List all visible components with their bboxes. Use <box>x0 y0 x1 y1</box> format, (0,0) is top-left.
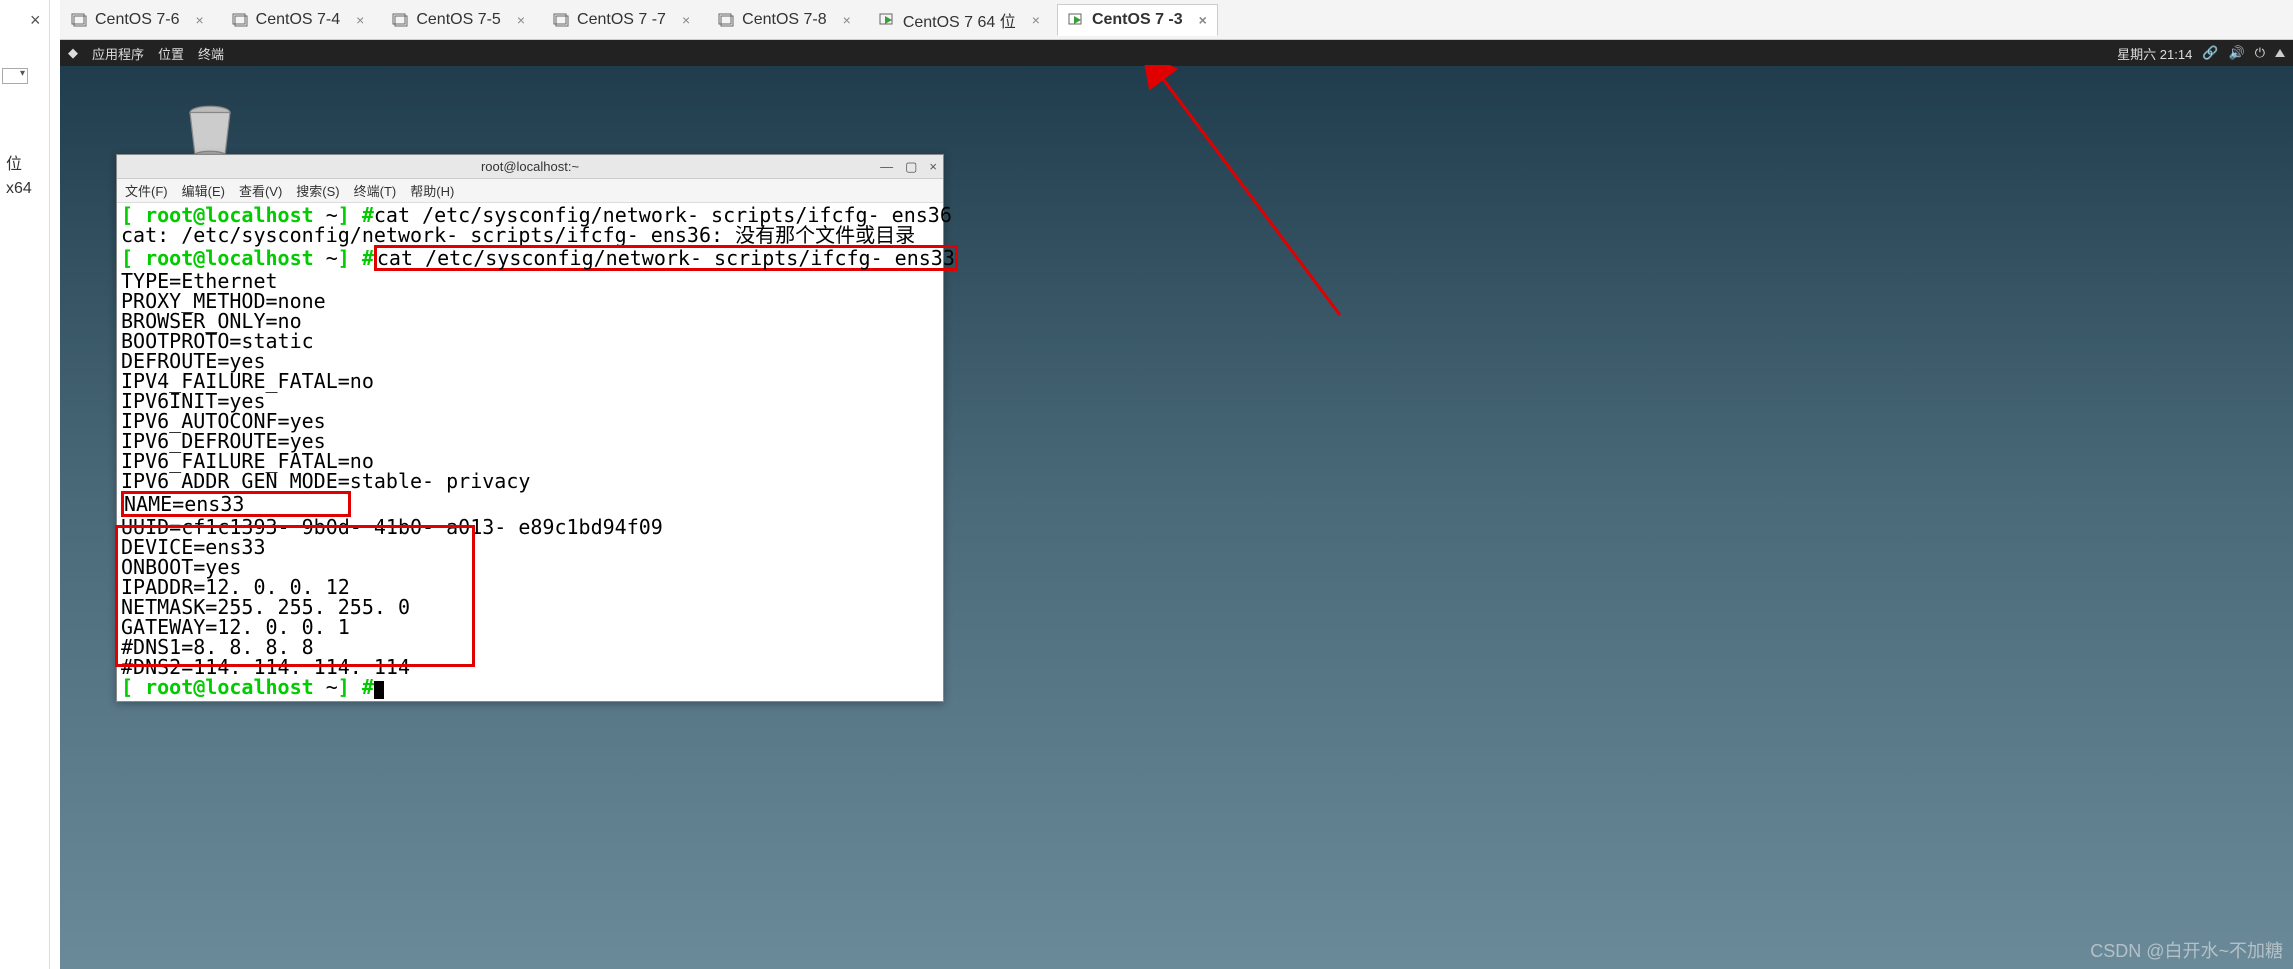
close-icon[interactable]: × <box>30 10 41 31</box>
vm-tab-label: CentOS 7-6 <box>95 11 179 29</box>
power-icon[interactable]: ⏻ <box>2255 45 2265 61</box>
vm-icon <box>232 12 248 28</box>
volume-icon[interactable]: 🔊 <box>2229 45 2245 61</box>
gnome-top-bar: ◆ 应用程序 位置 终端 星期六 21:14 🔗 🔊 ⏻ <box>60 40 2293 66</box>
tab-close-icon[interactable]: × <box>682 12 690 28</box>
cursor <box>374 681 384 699</box>
vm-tab[interactable]: CentOS 7 64 位 × <box>868 4 1051 36</box>
tab-close-icon[interactable]: × <box>1199 12 1207 28</box>
vm-tab[interactable]: CentOS 7-8 × <box>707 4 862 36</box>
vm-running-icon <box>1068 12 1084 28</box>
terminal-body[interactable]: [ root@localhost ~] #cat /etc/sysconfig/… <box>117 203 943 701</box>
chevron-down-icon[interactable] <box>2275 49 2285 57</box>
close-button[interactable]: × <box>929 159 937 175</box>
terminal-titlebar[interactable]: root@localhost:~ — ▢ × <box>117 155 943 179</box>
menu-view[interactable]: 查看(V) <box>239 181 282 200</box>
watermark: CSDN @白开水~不加糖 <box>2090 937 2283 963</box>
clock: 星期六 21:14 <box>2117 44 2192 63</box>
menu-file[interactable]: 文件(F) <box>125 181 168 200</box>
vm-tab-label: CentOS 7-8 <box>742 11 826 29</box>
tab-close-icon[interactable]: × <box>195 12 203 28</box>
tab-close-icon[interactable]: × <box>1032 12 1040 28</box>
vm-icon <box>392 12 408 28</box>
terminal-title: root@localhost:~ <box>481 159 579 174</box>
tab-close-icon[interactable]: × <box>843 12 851 28</box>
vm-desktop: ◆ 应用程序 位置 终端 星期六 21:14 🔗 🔊 ⏻ root@localh… <box>60 40 2293 969</box>
menu-apps[interactable]: 应用程序 <box>92 44 144 63</box>
dropdown-small[interactable] <box>2 68 28 84</box>
network-icon[interactable]: 🔗 <box>2202 45 2218 61</box>
annotation-arrow <box>1140 65 1360 325</box>
maximize-button[interactable]: ▢ <box>905 159 917 175</box>
minimize-button[interactable]: — <box>880 159 893 175</box>
tab-close-icon[interactable]: × <box>356 12 364 28</box>
vm-tab-label: CentOS 7-4 <box>256 11 340 29</box>
vm-tab[interactable]: CentOS 7-6 × <box>60 4 215 36</box>
vm-tab[interactable]: CentOS 7-4 × <box>221 4 376 36</box>
terminal-menubar: 文件(F) 编辑(E) 查看(V) 搜索(S) 终端(T) 帮助(H) <box>117 179 943 203</box>
vm-tab-bar: CentOS 7-6×CentOS 7-4×CentOS 7-5×CentOS … <box>60 0 2293 40</box>
vm-icon <box>71 12 87 28</box>
menu-terminal[interactable]: 终端 <box>198 44 224 63</box>
highlight-name: NAME=ens33 <box>121 491 351 517</box>
vm-tab-label: CentOS 7-5 <box>416 11 500 29</box>
side-text-2: x64 <box>6 180 32 198</box>
vm-tab-label: CentOS 7 -3 <box>1092 11 1183 29</box>
terminal-window: root@localhost:~ — ▢ × 文件(F) 编辑(E) 查看(V)… <box>116 154 944 702</box>
tab-close-icon[interactable]: × <box>517 12 525 28</box>
menu-edit[interactable]: 编辑(E) <box>182 181 225 200</box>
vm-tab-label: CentOS 7 -7 <box>577 11 666 29</box>
menu-search[interactable]: 搜索(S) <box>296 181 339 200</box>
vm-icon <box>553 12 569 28</box>
vm-tab[interactable]: CentOS 7 -7 × <box>542 4 701 36</box>
menu-terminal[interactable]: 终端(T) <box>354 181 397 200</box>
vm-tab[interactable]: CentOS 7-5 × <box>381 4 536 36</box>
highlight-cmd2: cat /etc/sysconfig/network- scripts/ifcf… <box>374 245 958 271</box>
vm-running-icon <box>879 12 895 28</box>
apps-icon[interactable]: ◆ <box>68 45 78 61</box>
vm-tab[interactable]: CentOS 7 -3 × <box>1057 4 1218 36</box>
menu-places[interactable]: 位置 <box>158 44 184 63</box>
menu-help[interactable]: 帮助(H) <box>410 181 454 200</box>
vm-tab-label: CentOS 7 64 位 <box>903 8 1016 32</box>
side-text-1: 位 <box>6 150 22 174</box>
vm-icon <box>718 12 734 28</box>
host-chrome-strip: × 位 x64 <box>0 0 50 969</box>
